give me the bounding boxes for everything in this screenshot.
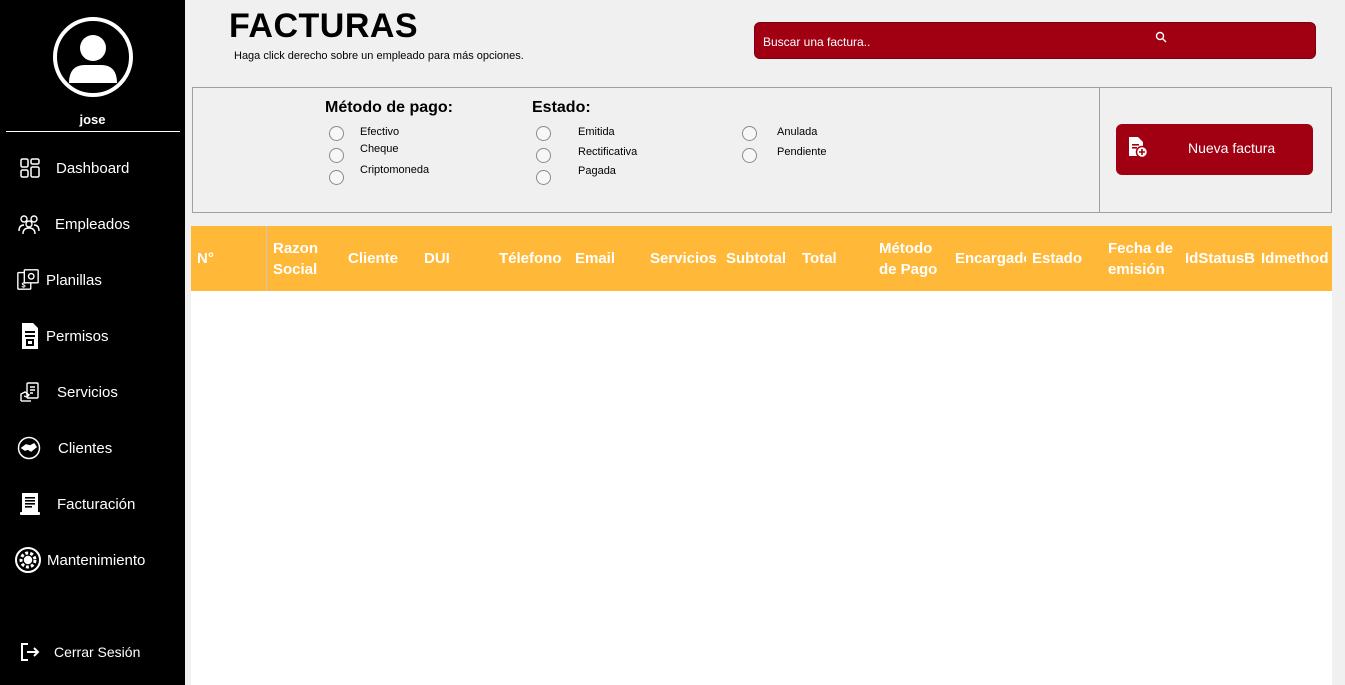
billing-icon	[18, 492, 42, 516]
column-header-servicios[interactable]: Servicios	[650, 226, 722, 291]
radio-circle[interactable]	[329, 170, 344, 185]
invoices-table[interactable]: N° Razon Social Cliente DUI Télefono Ema…	[191, 226, 1332, 685]
search-icon[interactable]	[1155, 30, 1167, 48]
sidebar: jose Dashboard Empleados $ Planillas Per…	[0, 0, 185, 685]
radio-emitida[interactable]: Emitida	[536, 126, 615, 141]
radio-cheque[interactable]: Cheque	[329, 143, 399, 163]
sidebar-item-mantenimiento[interactable]: Mantenimiento	[0, 540, 185, 580]
search-input[interactable]	[763, 33, 1143, 51]
username: jose	[79, 112, 106, 127]
column-header-idstatusbill[interactable]: IdStatusBill	[1185, 226, 1255, 291]
sidebar-item-label: Mantenimiento	[47, 551, 146, 569]
column-header-subtotal[interactable]: Subtotal	[726, 226, 796, 291]
radio-label: Cheque	[360, 143, 399, 155]
svg-text:$: $	[22, 280, 26, 289]
logout-label: Cerrar Sesión	[54, 644, 141, 660]
radio-label: Efectivo	[360, 126, 400, 138]
radio-circle[interactable]	[536, 126, 551, 141]
radio-circle[interactable]	[329, 148, 344, 163]
radio-anulada[interactable]: Anulada	[742, 126, 817, 141]
new-invoice-button[interactable]: Nueva factura	[1116, 124, 1313, 175]
sidebar-item-planillas[interactable]: $ Planillas	[0, 260, 185, 300]
column-header-cliente[interactable]: Cliente	[348, 226, 418, 291]
sidebar-item-permisos[interactable]: Permisos	[0, 316, 185, 356]
search-box[interactable]	[754, 22, 1316, 59]
column-header-dui[interactable]: DUI	[424, 226, 494, 291]
status-title: Estado:	[532, 99, 591, 116]
radio-circle[interactable]	[536, 170, 551, 185]
sidebar-item-label: Clientes	[58, 439, 113, 457]
radio-pagada[interactable]: Pagada	[536, 165, 616, 185]
clients-icon	[17, 436, 41, 460]
page-title: FACTURAS	[229, 7, 419, 45]
user-avatar[interactable]	[53, 17, 133, 97]
column-header-encargado[interactable]: Encargado	[955, 226, 1026, 291]
radio-circle[interactable]	[329, 126, 344, 141]
sidebar-item-label: Servicios	[57, 383, 118, 401]
payment-method-title: Método de pago:	[325, 99, 453, 116]
column-header-telefono[interactable]: Télefono	[499, 226, 569, 291]
user-icon	[69, 35, 117, 83]
filter-panel: Método de pago: Efectivo Cheque Criptomo…	[192, 87, 1100, 213]
radio-criptomoneda[interactable]: Criptomoneda	[329, 164, 429, 185]
sidebar-divider	[6, 131, 180, 132]
logout-button[interactable]: Cerrar Sesión	[0, 632, 185, 672]
maintenance-icon	[14, 546, 42, 574]
column-header-razon-social[interactable]: Razon Social	[273, 226, 337, 291]
page-subtitle: Haga click derecho sobre un empleado par…	[234, 50, 524, 62]
sidebar-item-clientes[interactable]: Clientes	[0, 428, 185, 468]
radio-label: Emitida	[578, 126, 615, 138]
employees-icon	[17, 212, 41, 236]
radio-label: Pagada	[578, 165, 616, 177]
column-header-metodo-de-pago[interactable]: Método de Pago	[879, 226, 949, 291]
permissions-icon	[18, 323, 42, 349]
radio-rectificativa[interactable]: Rectificativa	[536, 146, 637, 163]
column-header-idmethod[interactable]: Idmethod	[1261, 226, 1332, 291]
column-header-estado[interactable]: Estado	[1032, 226, 1102, 291]
radio-circle[interactable]	[742, 126, 757, 141]
table-header: N° Razon Social Cliente DUI Télefono Ema…	[191, 226, 1332, 291]
column-header-total[interactable]: Total	[802, 226, 872, 291]
sidebar-item-label: Dashboard	[56, 159, 130, 177]
services-icon	[18, 380, 42, 404]
sidebar-item-label: Empleados	[55, 215, 131, 233]
radio-circle[interactable]	[742, 148, 757, 163]
radio-pendiente[interactable]: Pendiente	[742, 146, 827, 163]
dashboard-icon	[18, 156, 42, 180]
column-header-fecha-de-emision[interactable]: Fecha de emisión	[1108, 226, 1176, 291]
radio-efectivo[interactable]: Efectivo	[329, 126, 399, 141]
new-invoice-label: Nueva factura	[1188, 140, 1276, 156]
sidebar-item-empleados[interactable]: Empleados	[0, 204, 185, 244]
sidebar-item-servicios[interactable]: Servicios	[0, 372, 185, 412]
sidebar-item-facturacion[interactable]: Facturación	[0, 484, 185, 524]
column-header-n[interactable]: N°	[197, 226, 257, 291]
sidebar-item-label: Permisos	[46, 327, 109, 345]
logout-icon	[18, 640, 42, 664]
sidebar-item-label: Planillas	[46, 271, 102, 289]
payroll-icon: $	[16, 268, 40, 292]
radio-label: Anulada	[777, 126, 818, 138]
add-document-icon	[1128, 136, 1149, 163]
sidebar-item-dashboard[interactable]: Dashboard	[0, 148, 185, 188]
radio-label: Criptomoneda	[360, 164, 430, 176]
radio-label: Rectificativa	[578, 146, 638, 158]
sidebar-item-label: Facturación	[57, 495, 136, 513]
radio-circle[interactable]	[536, 148, 551, 163]
radio-label: Pendiente	[777, 146, 827, 158]
column-header-email[interactable]: Email	[575, 226, 645, 291]
column-divider	[266, 226, 267, 291]
